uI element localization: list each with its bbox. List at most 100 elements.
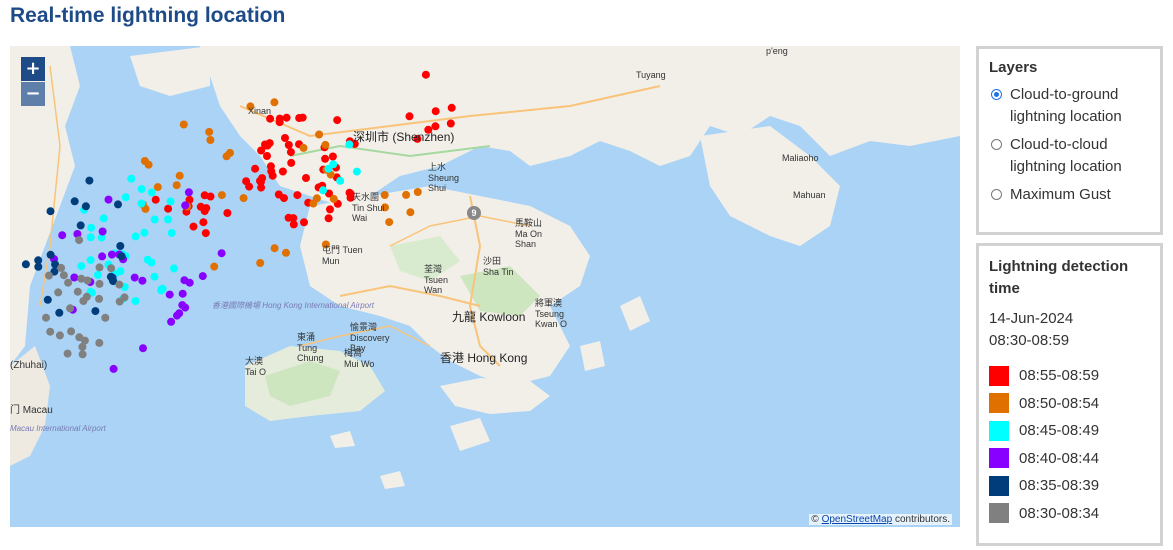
lightning-strike-marker[interactable] — [76, 221, 85, 230]
lightning-strike-marker[interactable] — [104, 195, 113, 204]
lightning-strike-marker[interactable] — [293, 191, 302, 200]
lightning-strike-marker[interactable] — [352, 167, 361, 176]
lightning-strike-marker[interactable] — [206, 136, 215, 144]
lightning-strike-marker[interactable] — [324, 164, 333, 173]
lightning-strike-marker[interactable] — [114, 200, 122, 209]
lightning-strike-marker[interactable] — [167, 317, 176, 326]
lightning-strike-marker[interactable] — [226, 148, 234, 157]
lightning-strike-marker[interactable] — [64, 278, 73, 287]
lightning-strike-marker[interactable] — [205, 127, 214, 136]
lightning-strike-marker[interactable] — [67, 327, 76, 336]
lightning-strike-marker[interactable] — [101, 313, 110, 322]
lightning-strike-marker[interactable] — [108, 274, 117, 283]
lightning-strike-marker[interactable] — [58, 231, 67, 240]
lightning-strike-marker[interactable] — [164, 204, 173, 213]
lightning-strike-marker[interactable] — [137, 185, 146, 193]
lightning-strike-marker[interactable] — [54, 288, 63, 297]
lightning-strike-marker[interactable] — [198, 272, 207, 281]
lightning-strike-marker[interactable] — [81, 202, 90, 211]
lightning-strike-marker[interactable] — [165, 290, 174, 299]
lightning-strike-marker[interactable] — [239, 194, 248, 203]
lightning-strike-marker[interactable] — [46, 207, 55, 216]
lightning-strike-marker[interactable] — [131, 232, 140, 241]
lightning-strike-marker[interactable] — [82, 292, 91, 301]
lightning-strike-marker[interactable] — [95, 263, 104, 272]
lightning-strike-marker[interactable] — [199, 218, 208, 227]
lightning-strike-marker[interactable] — [117, 252, 126, 261]
lightning-strike-marker[interactable] — [99, 214, 108, 223]
lightning-strike-marker[interactable] — [258, 174, 267, 183]
lightning-strike-marker[interactable] — [43, 295, 52, 304]
lightning-strike-marker[interactable] — [55, 308, 64, 317]
lightning-strike-marker[interactable] — [295, 114, 304, 122]
lightning-strike-marker[interactable] — [93, 270, 102, 279]
lightning-strike-marker[interactable] — [42, 313, 50, 322]
lightning-strike-marker[interactable] — [210, 262, 219, 271]
lightning-strike-marker[interactable] — [251, 164, 260, 173]
radio-icon[interactable] — [991, 189, 1002, 200]
lightning-strike-marker[interactable] — [447, 103, 456, 112]
lightning-strike-marker[interactable] — [107, 264, 116, 273]
lightning-strike-marker[interactable] — [98, 252, 107, 261]
lightning-strike-marker[interactable] — [151, 195, 160, 204]
lightning-strike-marker[interactable] — [299, 143, 308, 152]
lightning-strike-marker[interactable] — [85, 176, 94, 185]
lightning-strike-marker[interactable] — [321, 140, 330, 149]
lightning-strike-marker[interactable] — [217, 191, 226, 200]
radio-selected-icon[interactable] — [991, 89, 1002, 100]
lightning-strike-marker[interactable] — [55, 331, 64, 340]
lightning-strike-marker[interactable] — [336, 176, 345, 185]
lightning-strike-marker[interactable] — [312, 194, 321, 203]
lightning-strike-marker[interactable] — [143, 255, 152, 264]
lightning-strike-marker[interactable] — [170, 264, 178, 273]
lightning-strike-marker[interactable] — [147, 188, 156, 197]
openstreetmap-link[interactable]: OpenStreetMap — [822, 514, 893, 525]
lightning-strike-marker[interactable] — [116, 242, 125, 250]
zoom-out-button[interactable]: − — [21, 82, 45, 106]
lightning-strike-marker[interactable] — [321, 154, 330, 163]
lightning-strike-marker[interactable] — [175, 171, 184, 180]
lightning-strike-marker[interactable] — [46, 250, 55, 259]
lightning-strike-marker[interactable] — [164, 215, 172, 224]
lightning-strike-marker[interactable] — [131, 297, 140, 305]
lightning-strike-marker[interactable] — [95, 338, 104, 347]
lightning-map[interactable]: Xinan 深圳市 (Shenzhen) 上水 Sheung Shui 天水圍 … — [10, 46, 960, 527]
lightning-strike-marker[interactable] — [91, 307, 100, 316]
lightning-strike-marker[interactable] — [120, 293, 129, 302]
lightning-strike-marker[interactable] — [179, 120, 188, 129]
lightning-strike-marker[interactable] — [402, 190, 411, 199]
lightning-strike-marker[interactable] — [59, 271, 68, 280]
lightning-strike-marker[interactable] — [34, 262, 43, 271]
lightning-strike-marker[interactable] — [196, 202, 205, 211]
lightning-strike-marker[interactable] — [184, 188, 193, 197]
lightning-strike-marker[interactable] — [127, 174, 136, 183]
lightning-strike-marker[interactable] — [413, 188, 422, 196]
lightning-strike-marker[interactable] — [150, 215, 159, 224]
lightning-strike-marker[interactable] — [270, 98, 279, 107]
lightning-strike-marker[interactable] — [121, 193, 130, 202]
lightning-strike-marker[interactable] — [70, 197, 79, 206]
lightning-strike-marker[interactable] — [21, 260, 30, 269]
lightning-strike-marker[interactable] — [333, 116, 342, 125]
lightning-strike-marker[interactable] — [431, 107, 440, 116]
lightning-strike-marker[interactable] — [77, 262, 86, 271]
lightning-strike-marker[interactable] — [302, 174, 310, 182]
lightning-strike-marker[interactable] — [116, 267, 125, 276]
lightning-strike-marker[interactable] — [178, 289, 187, 298]
lightning-strike-marker[interactable] — [217, 249, 226, 258]
lightning-strike-marker[interactable] — [267, 167, 276, 176]
zoom-in-button[interactable]: + — [21, 57, 45, 81]
lightning-strike-marker[interactable] — [86, 233, 95, 242]
lightning-strike-marker[interactable] — [115, 280, 124, 289]
lightning-strike-marker[interactable] — [261, 140, 269, 149]
lightning-strike-marker[interactable] — [138, 276, 147, 285]
lightning-strike-marker[interactable] — [201, 229, 210, 238]
lightning-strike-marker[interactable] — [137, 199, 146, 208]
lightning-strike-marker[interactable] — [275, 114, 284, 123]
lightning-strike-marker[interactable] — [75, 236, 84, 245]
lightning-strike-marker[interactable] — [95, 294, 104, 303]
lightning-strike-marker[interactable] — [446, 119, 455, 128]
lightning-strike-marker[interactable] — [289, 220, 298, 229]
lightning-strike-marker[interactable] — [319, 186, 328, 195]
lightning-strike-marker[interactable] — [180, 276, 189, 285]
